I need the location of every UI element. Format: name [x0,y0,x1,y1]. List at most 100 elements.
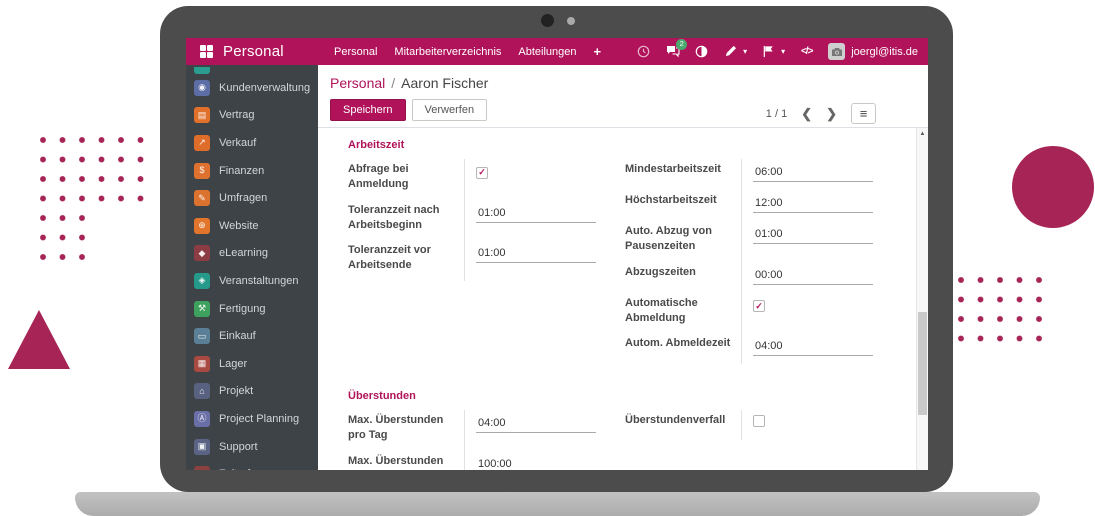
toleranzzeit-vor-arbeitsende-input[interactable] [476,246,596,263]
sidebar-item-fertigung[interactable]: ⚒ Fertigung [186,295,318,323]
sidebar-item-label: Projekt [219,385,253,397]
user-menu[interactable]: joergl@itis.de [828,43,918,60]
projekt-icon: ⌂ [194,383,210,399]
sidebar-item-veranstaltungen[interactable]: ◈ Veranstaltungen [186,267,318,295]
autom-abmeldezeit-input[interactable] [753,339,873,356]
sidebar-item-einkauf[interactable]: ▭Einkauf [186,322,318,350]
sidebar-item-label: Fertigung [219,303,265,315]
field-label: Überstundenverfall [625,410,741,440]
sidebar-item-lager[interactable]: ▦Lager [186,350,318,378]
breadcrumb: Personal / Aaron Fischer [330,75,928,91]
sidebar-item-kundenverwaltung[interactable]: ◉Kundenverwaltung [186,74,318,102]
section-title: Überstunden [348,390,880,402]
menu-mitarbeiterverzeichnis[interactable]: Mitarbeiterverzeichnis [394,46,501,58]
sidebar-item-label: Support [219,441,258,453]
ueberstundenverfall-checkbox[interactable] [753,415,765,427]
group-right: Mindestarbeitszeit Höchstarbeitszeit Aut… [625,159,880,364]
field-label: Abzugszeiten [625,262,741,293]
menu-add-button[interactable]: + [594,44,602,59]
view-menu-icon[interactable]: ≡ [851,103,876,124]
sidebar-partial-icon [194,67,210,74]
edit-pencil-icon[interactable] [723,44,738,59]
scroll-up-icon[interactable]: ▲ [917,131,928,137]
group-left: Max. Überstunden pro Tag Max. Überstunde… [348,410,603,470]
sidebar-item-website[interactable]: ⊕Website [186,212,318,240]
menu-abteilungen[interactable]: Abteilungen [518,46,576,58]
field-row: Überstundenverfall [625,410,880,440]
section-title: Arbeitszeit [348,139,880,151]
systray: 2 ▾ ▾ </> joergl@itis.de [636,43,918,60]
auto-abzug-pausenzeiten-input[interactable] [753,227,873,244]
save-button[interactable]: Speichern [330,99,406,121]
field-label: Max. Überstunden gesamt [348,451,464,470]
top-navbar: Personal Personal Mitarbeiterverzeichnis… [186,38,928,65]
field-label: Toleranzzeit vor Arbeitsende [348,240,464,281]
support-icon: ▣ [194,439,210,455]
chevron-down-icon[interactable]: ▾ [781,47,785,56]
apps-menu-icon[interactable] [200,45,213,58]
sidebar-item-label: Finanzen [219,165,264,177]
group-left: Abfrage bei Anmeldung Toleranzzeit nach … [348,159,603,364]
abzugszeiten-input[interactable] [753,268,873,285]
sidebar-item-umfragen[interactable]: ✎Umfragen [186,184,318,212]
max-ueberstunden-pro-tag-input[interactable] [476,416,596,433]
sidebar-item-label: eLearning [219,247,268,259]
flag-icon[interactable] [761,44,776,59]
chevron-down-icon[interactable]: ▾ [743,47,747,56]
veranstaltungen-icon: ◈ [194,273,210,289]
developer-code-icon[interactable]: </> [799,44,814,59]
sidebar-item-zeiterfassung[interactable]: ◷Zeiterfassung [186,460,318,470]
apps-sidebar: ◉Kundenverwaltung ▤Vertrag ↗Verkauf $Fin… [186,65,318,470]
field-row: Autom. Abmeldezeit [625,333,880,364]
sidebar-item-verkauf[interactable]: ↗Verkauf [186,129,318,157]
sidebar-item-label: Einkauf [219,330,256,342]
field-row: Höchstarbeitszeit [625,190,880,221]
username-label: joergl@itis.de [851,46,918,58]
mindestarbeitszeit-input[interactable] [753,165,873,182]
field-label: Autom. Abmeldezeit [625,333,741,364]
decorative-circle [1012,146,1094,228]
abfrage-bei-anmeldung-checkbox[interactable] [476,167,488,179]
sidebar-item-finanzen[interactable]: $Finanzen [186,157,318,185]
app-screen: Personal Personal Mitarbeiterverzeichnis… [186,38,928,470]
scrollbar-thumb[interactable] [918,312,927,415]
pager-next-icon[interactable]: ❯ [826,107,837,120]
sidebar-item-label: Zeiterfassung [219,468,286,470]
breadcrumb-separator: / [391,75,395,91]
breadcrumb-parent-link[interactable]: Personal [330,75,385,91]
sidebar-item-vertrag[interactable]: ▤Vertrag [186,102,318,130]
toleranzzeit-nach-arbeitsbeginn-input[interactable] [476,206,596,223]
automatische-abmeldung-checkbox[interactable] [753,300,765,312]
max-ueberstunden-gesamt-input[interactable] [476,457,596,470]
sidebar-item-elearning[interactable]: ◆eLearning [186,240,318,268]
employee-form: Arbeitszeit Abfrage bei Anmeldung Tolera… [318,128,916,470]
fertigung-icon: ⚒ [194,301,210,317]
hoechstarbeitszeit-input[interactable] [753,196,873,213]
activity-clock-icon[interactable] [636,44,651,59]
menu-personal[interactable]: Personal [334,46,377,58]
messages-icon[interactable]: 2 [665,44,680,59]
field-label: Höchstarbeitszeit [625,190,741,221]
sidebar-item-support[interactable]: ▣ Support [186,433,318,461]
sidebar-item-label: Veranstaltungen [219,275,299,287]
message-count-badge: 2 [676,39,687,50]
sidebar-item-project-planning[interactable]: ⒶProject Planning [186,405,318,433]
project-planning-icon: Ⓐ [194,411,210,427]
pager: 1 / 1 ❮ ❯ ≡ [766,103,876,124]
tablet-stand [75,492,1040,516]
page: Personal Personal Mitarbeiterverzeichnis… [0,0,1095,516]
app-body: ◉Kundenverwaltung ▤Vertrag ↗Verkauf $Fin… [186,65,928,470]
sidebar-item-projekt[interactable]: ⌂ Projekt [186,378,318,406]
main-panel: Personal / Aaron Fischer Speichern Verwe… [318,65,928,470]
vertical-scrollbar[interactable]: ▲ [916,128,928,470]
umfragen-icon: ✎ [194,190,210,206]
sidebar-item-label: Verkauf [219,137,256,149]
pager-prev-icon[interactable]: ❮ [801,107,812,120]
field-label: Max. Überstunden pro Tag [348,410,464,451]
group-right: Überstundenverfall [625,410,880,470]
decorative-dot-grid-right [958,277,1049,344]
dark-mode-icon[interactable] [694,44,709,59]
sidebar-item-label: Website [219,220,259,232]
field-label: Mindestarbeitszeit [625,159,741,190]
discard-button[interactable]: Verwerfen [412,99,488,121]
